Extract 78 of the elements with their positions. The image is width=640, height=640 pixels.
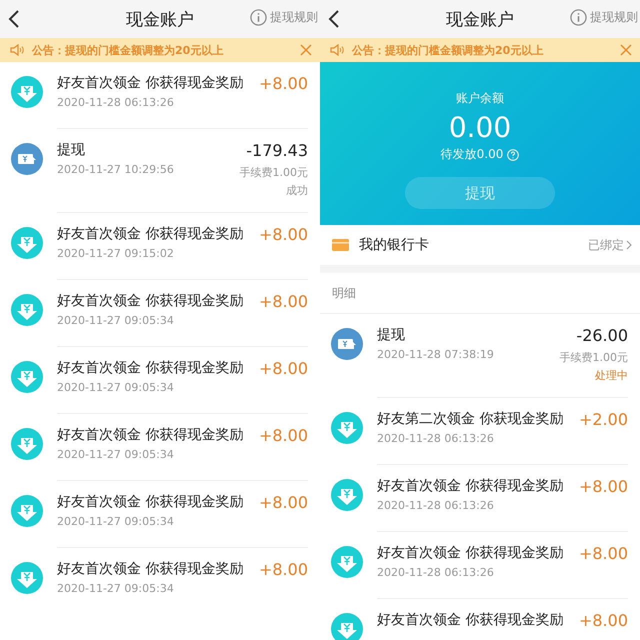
coin-down-icon — [11, 562, 43, 594]
record-title: 好友首次领金 你获得现金奖励 — [57, 74, 244, 92]
amount: +8.00 — [258, 225, 308, 244]
info-icon — [570, 9, 587, 26]
pending-text: 待发放0.00 — [440, 146, 504, 163]
cash-up-icon — [11, 143, 43, 175]
coin-down-icon — [11, 428, 43, 460]
fee-text: 手续费1.00元 — [560, 350, 628, 365]
section-title: 明细 — [332, 284, 356, 302]
page-title: 现金账户 — [126, 8, 194, 30]
record-title: 好友首次领金 你获得现金奖励 — [377, 611, 564, 629]
record-title: 好友首次领金 你获得现金奖励 — [57, 292, 244, 310]
amount: +8.00 — [578, 544, 628, 563]
record-time: 2020-11-27 10:29:56 — [57, 163, 175, 176]
notice-text: 公告：提现的门槛金额调整为20元以上 — [32, 42, 224, 58]
balance-label: 账户余额 — [456, 90, 504, 107]
info-icon — [250, 9, 267, 26]
record-time: 2020-11-28 06:13:26 — [57, 96, 175, 109]
withdraw-button[interactable]: 提现 — [405, 177, 555, 209]
balance-amount: 0.00 — [448, 111, 512, 144]
coin-down-icon — [331, 479, 363, 511]
amount: -26.00 — [576, 326, 628, 345]
speaker-icon — [330, 44, 344, 56]
amount: +8.00 — [578, 611, 628, 630]
amount: +8.00 — [258, 74, 308, 93]
record-title: 好友首次领金 你获得现金奖励 — [57, 493, 244, 511]
speaker-icon — [10, 44, 24, 56]
record-title: 好友首次领金 你获得现金奖励 — [377, 544, 564, 562]
record-time: 2020-11-27 09:15:02 — [57, 247, 175, 260]
status-text: 处理中 — [595, 368, 628, 383]
back-icon[interactable] — [328, 10, 340, 28]
record-time: 2020-11-28 06:13:26 — [377, 432, 495, 445]
amount: +8.00 — [258, 426, 308, 445]
notice-text: 公告：提现的门槛金额调整为20元以上 — [352, 42, 544, 58]
coin-down-icon — [11, 294, 43, 326]
chevron-right-icon — [626, 240, 632, 250]
record-title: 提现 — [377, 326, 406, 344]
coin-down-icon — [331, 412, 363, 444]
coin-down-icon — [331, 546, 363, 578]
coin-down-icon — [11, 361, 43, 393]
record-title: 好友首次领金 你获得现金奖励 — [57, 426, 244, 444]
card-icon — [332, 239, 349, 251]
help-icon[interactable] — [507, 148, 520, 160]
record-title: 好友首次领金 你获得现金奖励 — [377, 477, 564, 495]
bank-card-label: 我的银行卡 — [359, 236, 430, 254]
close-icon[interactable] — [300, 44, 312, 56]
record-time: 2020-11-28 06:13:26 — [377, 499, 495, 512]
record-time: 2020-11-27 09:05:34 — [57, 515, 175, 528]
cash-up-icon — [331, 328, 363, 360]
amount: +8.00 — [258, 292, 308, 311]
close-icon[interactable] — [620, 44, 632, 56]
page-title: 现金账户 — [446, 8, 514, 30]
amount: +8.00 — [258, 560, 308, 579]
record-title: 好友首次领金 你获得现金奖励 — [57, 359, 244, 377]
amount: +2.00 — [578, 410, 628, 429]
record-time: 2020-11-27 09:05:34 — [57, 582, 175, 595]
record-time: 2020-11-27 09:05:34 — [57, 314, 175, 327]
back-icon[interactable] — [8, 10, 20, 28]
amount: +8.00 — [258, 493, 308, 512]
record-time: 2020-11-27 09:05:34 — [57, 381, 175, 394]
record-time: 2020-11-27 09:05:34 — [57, 448, 175, 461]
fee-text: 手续费1.00元 — [240, 165, 308, 180]
coin-down-icon — [11, 227, 43, 259]
rules-link[interactable]: 提现规则 — [250, 9, 318, 26]
bank-card-status[interactable]: 已绑定 — [588, 236, 632, 254]
record-title: 好友第二次领金 你获现金奖励 — [377, 410, 564, 428]
record-time: 2020-11-28 07:38:19 — [377, 348, 495, 361]
record-title: 好友首次领金 你获得现金奖励 — [57, 560, 244, 578]
record-title: 好友首次领金 你获得现金奖励 — [57, 225, 244, 243]
coin-down-icon — [11, 76, 43, 108]
record-title: 提现 — [57, 141, 86, 159]
status-text: 成功 — [286, 183, 308, 198]
amount: +8.00 — [578, 477, 628, 496]
record-time: 2020-11-28 06:13:26 — [377, 566, 495, 579]
amount: -179.43 — [246, 141, 308, 160]
rules-link[interactable]: 提现规则 — [570, 9, 638, 26]
amount: +8.00 — [258, 359, 308, 378]
coin-down-icon — [11, 495, 43, 527]
